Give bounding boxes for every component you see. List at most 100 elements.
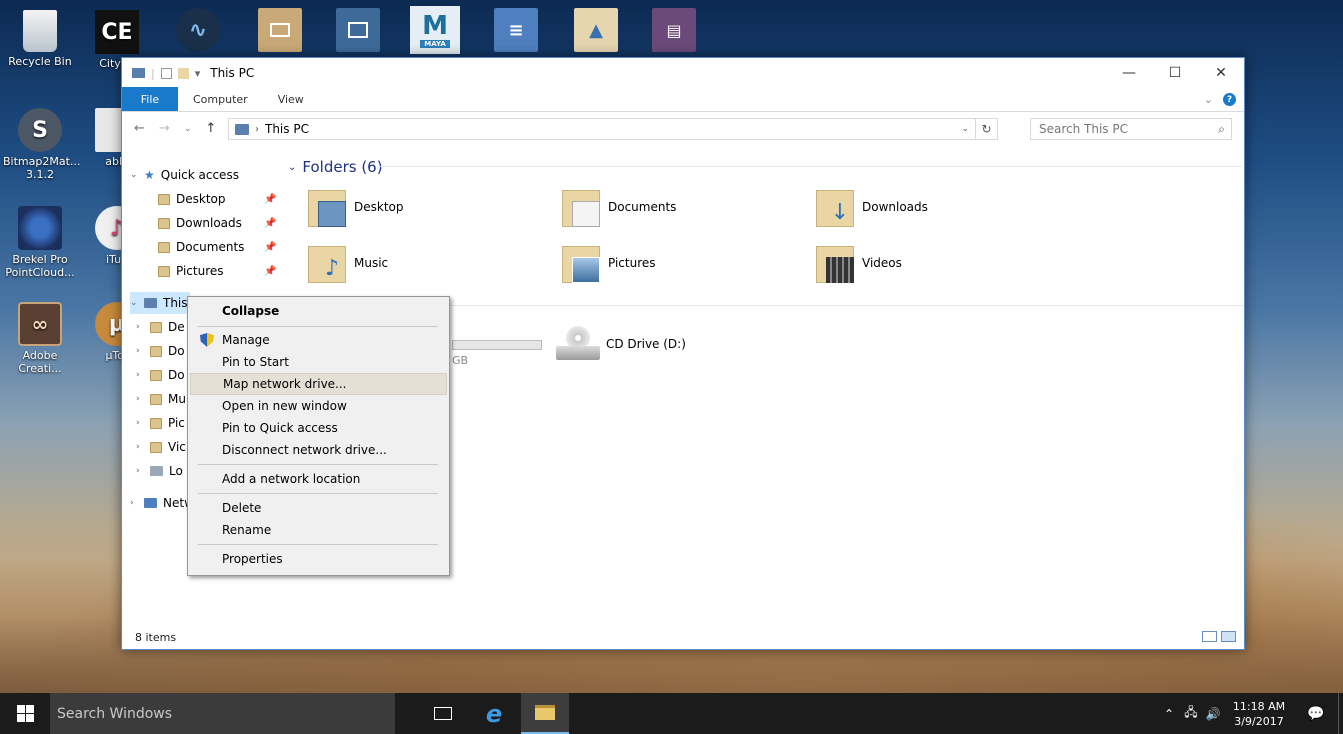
address-bar[interactable]: › This PC ⌄ ↻: [228, 118, 998, 140]
forward-icon[interactable]: →: [159, 121, 170, 136]
folder-icon: [150, 417, 162, 429]
address-dropdown-icon[interactable]: ⌄: [961, 119, 969, 139]
desktop-icon-recycle-bin[interactable]: Recycle Bin: [3, 10, 77, 68]
desktop-icon-brekel[interactable]: Brekel Pro PointCloud...: [3, 206, 77, 279]
chevron-down-icon[interactable]: ⌄: [288, 162, 296, 173]
folder-drive-icon[interactable]: ▲: [574, 8, 618, 52]
search-input[interactable]: Search This PC ⌕: [1030, 118, 1232, 140]
document-icon[interactable]: ≡: [494, 8, 538, 52]
large-icons-view-icon[interactable]: [1221, 631, 1236, 642]
show-hidden-icons-icon[interactable]: ⌃: [1158, 707, 1180, 721]
menu-item-rename[interactable]: Rename: [190, 519, 447, 541]
folder-desktop[interactable]: Desktop: [308, 187, 404, 227]
desktop-icon-adobe-cc[interactable]: ∞ Adobe Creati...: [3, 302, 77, 375]
folder-icon: [158, 217, 170, 229]
menu-item-properties[interactable]: Properties: [190, 548, 447, 570]
chevron-right-icon[interactable]: ›: [136, 442, 150, 452]
task-view-button[interactable]: [419, 693, 467, 734]
clock[interactable]: 11:18 AM 3/9/2017: [1224, 699, 1294, 729]
desktop-icon-label: Brekel Pro PointCloud...: [5, 253, 75, 279]
chevron-right-icon[interactable]: ›: [136, 418, 150, 428]
chevron-right-icon[interactable]: ›: [136, 322, 150, 332]
nav-item-pc-documents[interactable]: › Do: [136, 340, 185, 362]
desktop-icon-label: Bitmap2Mat... 3.1.2: [3, 155, 81, 181]
edge-button[interactable]: e: [470, 693, 518, 734]
help-icon[interactable]: ?: [1223, 93, 1236, 106]
winrar-icon[interactable]: ▤: [652, 8, 696, 52]
maya-icon[interactable]: M MAYA: [410, 6, 460, 54]
menu-item-pin-quick-access[interactable]: Pin to Quick access: [190, 417, 447, 439]
menu-item-map-network-drive[interactable]: Map network drive...: [190, 373, 447, 395]
chevron-right-icon[interactable]: ›: [136, 466, 150, 476]
nuke-icon[interactable]: ∿: [176, 8, 220, 52]
tab-file[interactable]: File: [122, 87, 178, 111]
close-button[interactable]: ✕: [1198, 58, 1244, 88]
nav-item-label: This: [163, 296, 188, 310]
taskbar-search[interactable]: Search Windows: [50, 693, 395, 734]
volume-icon[interactable]: 🔊: [1202, 707, 1224, 721]
nav-item-pc-pictures[interactable]: › Pic: [136, 412, 185, 434]
expand-ribbon-icon[interactable]: ⌄: [1204, 93, 1213, 106]
folders-group-header[interactable]: ⌄ Folders (6): [288, 158, 383, 176]
refresh-icon[interactable]: ↻: [975, 119, 997, 139]
menu-item-disconnect-network-drive[interactable]: Disconnect network drive...: [190, 439, 447, 461]
chevron-right-icon[interactable]: ›: [136, 370, 150, 380]
nav-item-network[interactable]: › Netw: [130, 492, 194, 514]
new-folder-icon[interactable]: [177, 67, 189, 79]
menu-item-open-new-window[interactable]: Open in new window: [190, 395, 447, 417]
chevron-right-icon[interactable]: ›: [136, 394, 150, 404]
nav-item-quick-access[interactable]: ⌄ ★ Quick access: [130, 164, 239, 186]
nav-item-this-pc[interactable]: ⌄ This: [130, 292, 190, 314]
tab-computer[interactable]: Computer: [180, 87, 261, 111]
slideshow-icon[interactable]: [258, 8, 302, 52]
up-icon[interactable]: ↑: [205, 121, 216, 136]
nav-item-desktop[interactable]: Desktop 📌: [158, 188, 276, 210]
tab-view[interactable]: View: [265, 87, 317, 111]
folder-pictures[interactable]: Pictures: [562, 243, 656, 283]
chevron-down-icon[interactable]: ⌄: [130, 170, 144, 180]
nav-item-pc-desktop[interactable]: › De: [136, 316, 185, 338]
menu-item-add-network-location[interactable]: Add a network location: [190, 468, 447, 490]
menu-item-pin-to-start[interactable]: Pin to Start: [190, 351, 447, 373]
properties-icon[interactable]: [160, 67, 172, 79]
nav-item-pc-music[interactable]: › Mu: [136, 388, 186, 410]
nav-item-downloads[interactable]: Downloads 📌: [158, 212, 276, 234]
file-explorer-button[interactable]: [521, 693, 569, 734]
nav-item-pc-local-disk[interactable]: › Lo: [136, 460, 183, 482]
recent-dropdown-icon[interactable]: ⌄: [184, 124, 192, 134]
folder-label: Videos: [862, 256, 902, 270]
minimize-button[interactable]: —: [1106, 58, 1152, 88]
taskbar: Search Windows e ⌃ 🖧 🔊 11:18 AM 3/9/2017…: [0, 693, 1343, 734]
qat-dropdown-icon[interactable]: ▾: [195, 67, 201, 80]
address-row: ← → ⌄ ↑ › This PC ⌄ ↻ Search This PC ⌕: [122, 112, 1244, 145]
drive-cd[interactable]: CD Drive (D:): [556, 326, 686, 362]
show-desktop-button[interactable]: [1338, 693, 1343, 734]
details-view-icon[interactable]: [1202, 631, 1217, 642]
spreadsheet-icon[interactable]: [336, 8, 380, 52]
chevron-right-icon[interactable]: ›: [136, 346, 150, 356]
pin-icon: 📌: [264, 241, 277, 253]
start-button[interactable]: [0, 693, 50, 734]
nav-item-documents[interactable]: Documents 📌: [158, 236, 276, 258]
nav-item-label: Downloads: [176, 216, 242, 230]
nav-item-pictures[interactable]: Pictures 📌: [158, 260, 276, 282]
folder-videos[interactable]: Videos: [816, 243, 902, 283]
folder-documents[interactable]: Documents: [562, 187, 676, 227]
nav-item-label: Documents: [176, 240, 245, 254]
chevron-right-icon[interactable]: ›: [130, 498, 144, 508]
menu-item-manage[interactable]: Manage: [190, 329, 447, 351]
action-center-icon[interactable]: 💬: [1294, 693, 1338, 734]
breadcrumb[interactable]: This PC: [265, 122, 309, 136]
network-icon[interactable]: 🖧: [1180, 703, 1202, 724]
nav-item-pc-videos[interactable]: › Vic: [136, 436, 186, 458]
chevron-down-icon[interactable]: ⌄: [130, 298, 144, 308]
back-icon[interactable]: ←: [134, 121, 145, 136]
menu-item-collapse[interactable]: Collapse: [190, 300, 447, 322]
folder-music[interactable]: ♪ Music: [308, 243, 388, 283]
maximize-button[interactable]: ☐: [1152, 58, 1198, 88]
folder-downloads[interactable]: ↓ Downloads: [816, 187, 928, 227]
menu-item-delete[interactable]: Delete: [190, 497, 447, 519]
desktop-icon-bitmap2material[interactable]: S Bitmap2Mat... 3.1.2: [3, 108, 81, 181]
nav-item-pc-downloads[interactable]: › Do: [136, 364, 185, 386]
title-bar: | ▾ This PC — ☐ ✕: [122, 58, 1244, 88]
